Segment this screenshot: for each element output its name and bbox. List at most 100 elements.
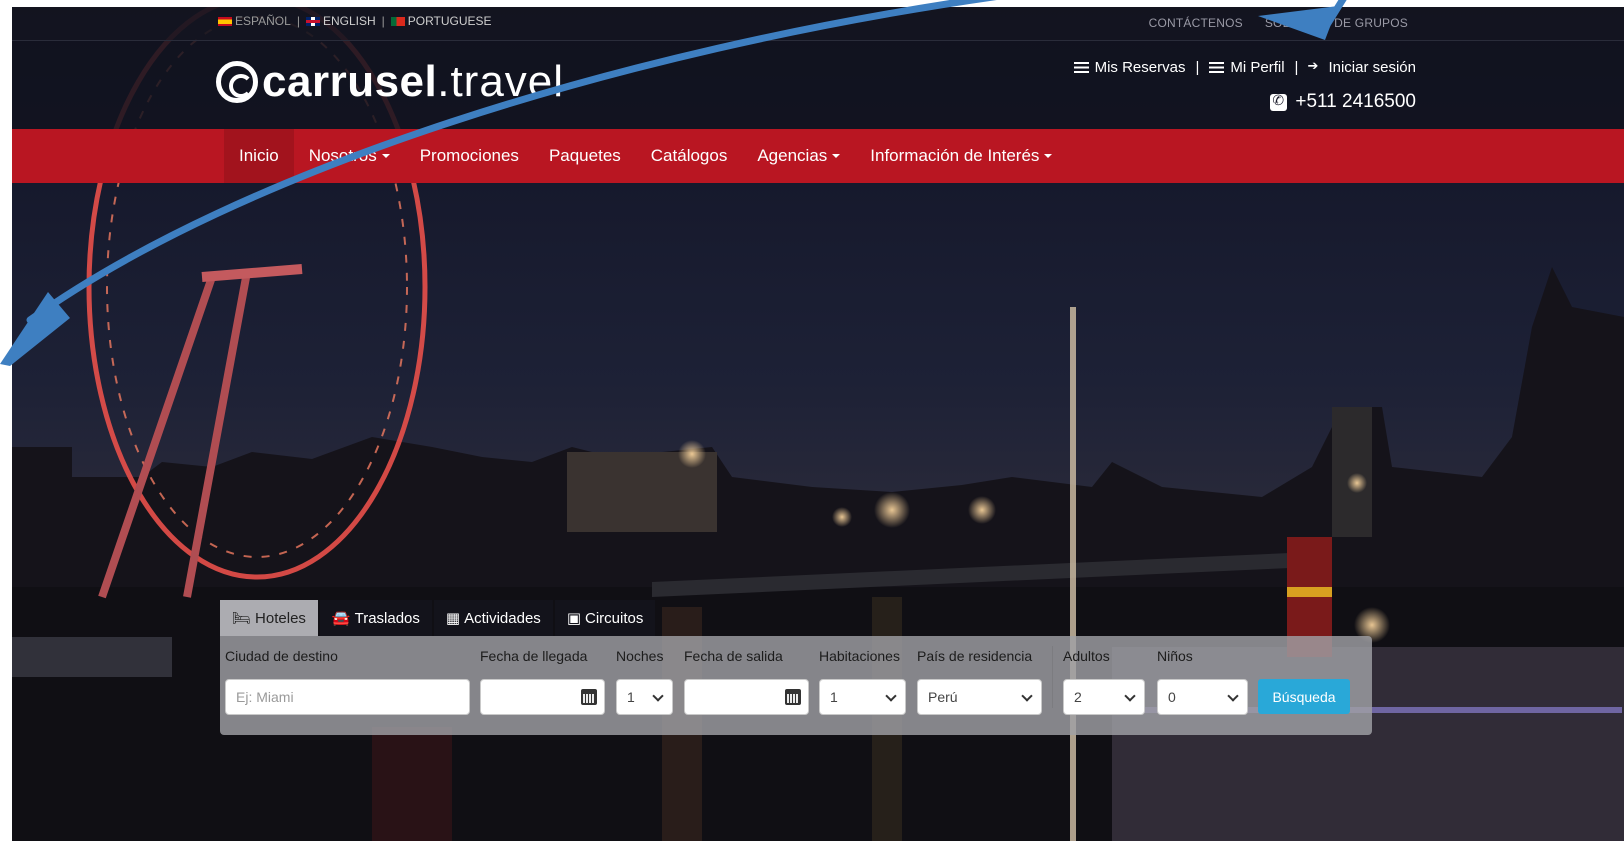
destination-label: Ciudad de destino: [225, 648, 338, 664]
suitcase-icon: ▣: [566, 610, 581, 627]
nights-select[interactable]: 1: [616, 679, 673, 715]
form-divider: [1052, 646, 1053, 708]
tab-label: Hoteles: [255, 609, 306, 627]
login-label: Iniciar sesión: [1328, 59, 1416, 76]
my-reservations-link[interactable]: Mis Reservas: [1073, 59, 1186, 76]
logo-mark-icon: [216, 61, 258, 103]
nav-item-label: Información de Interés: [870, 146, 1040, 165]
language-separator: |: [381, 14, 385, 28]
phone-icon: [1270, 92, 1288, 111]
children-value: 0: [1168, 689, 1176, 705]
language-portuguese[interactable]: PORTUGUESE: [390, 14, 492, 28]
language-selector: ESPAÑOL | ENGLISH | PORTUGUESE: [218, 14, 492, 28]
nav-list: Inicio Nosotros Promociones Paquetes Cat…: [224, 129, 1067, 183]
chevron-down-icon: [1124, 690, 1136, 702]
departure-date-label: Fecha de salida: [684, 648, 783, 664]
destination-input[interactable]: Ej: Miami: [225, 679, 470, 715]
language-portuguese-label: PORTUGUESE: [407, 14, 492, 28]
portugal-flag-icon: [390, 17, 405, 26]
country-select[interactable]: Perú: [917, 679, 1042, 715]
account-links: Mis Reservas | Mi Perfil | Iniciar sesió…: [1073, 58, 1416, 77]
tab-label: Traslados: [354, 609, 420, 627]
list-icon: [1073, 62, 1089, 73]
nights-label: Noches: [616, 648, 664, 664]
language-english[interactable]: ENGLISH: [305, 14, 376, 28]
main-navigation: Inicio Nosotros Promociones Paquetes Cat…: [12, 129, 1624, 183]
contact-link[interactable]: CONTÁCTENOS: [1149, 16, 1243, 30]
country-label: País de residencia: [917, 648, 1033, 664]
nav-item-label: Nosotros: [308, 146, 377, 165]
tab-circuitos[interactable]: ▣ Circuitos: [554, 600, 656, 636]
account-separator: |: [1195, 59, 1200, 76]
chevron-down-icon: [885, 690, 897, 702]
children-label: Niños: [1157, 648, 1193, 664]
chevron-down-icon: [652, 690, 664, 702]
nav-item-paquetes[interactable]: Paquetes: [534, 129, 636, 183]
adults-select[interactable]: 2: [1063, 679, 1145, 715]
nav-item-label: Paquetes: [548, 146, 621, 165]
destination-placeholder: Ej: Miami: [236, 689, 294, 705]
caret-down-icon: [381, 154, 390, 158]
nav-item-label: Catálogos: [650, 146, 728, 165]
top-utility-bar: ESPAÑOL | ENGLISH | PORTUGUESE CONTÁCTEN…: [12, 7, 1624, 41]
group-request-link[interactable]: SOLICITUD DE GRUPOS: [1265, 16, 1408, 30]
calendar-icon[interactable]: [785, 689, 801, 705]
rooms-value: 1: [830, 689, 838, 705]
rooms-label: Habitaciones: [819, 648, 900, 664]
caret-down-icon: [832, 154, 841, 158]
hotel-search-form: Ciudad de destino Ej: Miami Fecha de lle…: [220, 636, 1372, 735]
nav-item-label: Agencias: [757, 146, 828, 165]
list-icon: [1209, 62, 1225, 73]
search-tabs: 🛏 Hoteles 🚘 Traslados ▦ Actividades ▣ Circui…: [220, 600, 656, 636]
departure-date-input[interactable]: [684, 679, 809, 715]
adults-value: 2: [1074, 689, 1082, 705]
tab-label: Circuitos: [585, 609, 644, 627]
bed-icon: 🛏: [232, 610, 252, 627]
calendar-icon[interactable]: [581, 689, 597, 705]
arrival-date-label: Fecha de llegada: [480, 648, 588, 664]
nav-item-inicio[interactable]: Inicio: [224, 129, 294, 183]
nav-item-agencias[interactable]: Agencias: [742, 129, 855, 183]
nav-item-informacion[interactable]: Información de Interés: [855, 129, 1067, 183]
nav-item-nosotros[interactable]: Nosotros: [294, 129, 405, 183]
chevron-down-icon: [1227, 690, 1239, 702]
login-link[interactable]: Iniciar sesión: [1307, 58, 1416, 77]
uk-flag-icon: [305, 17, 320, 26]
children-select[interactable]: 0: [1157, 679, 1248, 715]
arrival-date-input[interactable]: [480, 679, 605, 715]
my-profile-link[interactable]: Mi Perfil: [1209, 59, 1285, 76]
language-spanish[interactable]: ESPAÑOL: [218, 14, 291, 28]
logo-text-bold: carrusel: [262, 57, 438, 106]
nights-value: 1: [627, 689, 635, 705]
site-header: carrusel .travel Mis Reservas | Mi Perfil…: [12, 41, 1624, 129]
rooms-select[interactable]: 1: [819, 679, 906, 715]
language-spanish-label: ESPAÑOL: [235, 14, 291, 28]
account-separator: |: [1294, 59, 1299, 76]
page-frame: ESPAÑOL | ENGLISH | PORTUGUESE CONTÁCTEN…: [12, 7, 1624, 841]
nav-item-catalogos[interactable]: Catálogos: [636, 129, 743, 183]
logo-text-light: .travel: [437, 57, 565, 106]
language-english-label: ENGLISH: [322, 14, 376, 28]
country-value: Perú: [928, 689, 958, 705]
site-logo[interactable]: carrusel .travel: [216, 57, 564, 107]
spain-flag-icon: [218, 17, 232, 26]
tab-traslados[interactable]: 🚘 Traslados: [319, 600, 432, 636]
my-reservations-label: Mis Reservas: [1094, 59, 1186, 76]
caret-down-icon: [1044, 154, 1053, 158]
nav-item-promociones[interactable]: Promociones: [405, 129, 534, 183]
map-icon: ▦: [445, 610, 461, 627]
tab-hoteles[interactable]: 🛏 Hoteles: [220, 600, 318, 636]
nav-item-label: Inicio: [239, 146, 279, 165]
sign-in-icon: [1307, 58, 1322, 74]
nav-item-label: Promociones: [419, 146, 519, 165]
language-separator: |: [296, 14, 300, 28]
tab-actividades[interactable]: ▦ Actividades: [433, 600, 553, 636]
top-links: CONTÁCTENOS SOLICITUD DE GRUPOS: [1149, 16, 1408, 30]
phone-number: +511 2416500: [1270, 91, 1416, 113]
adults-label: Adultos: [1063, 648, 1110, 664]
search-button[interactable]: Búsqueda: [1258, 679, 1350, 714]
my-profile-label: Mi Perfil: [1230, 59, 1285, 76]
tab-label: Actividades: [464, 609, 541, 627]
car-icon: 🚘: [331, 610, 351, 627]
chevron-down-icon: [1021, 690, 1033, 702]
